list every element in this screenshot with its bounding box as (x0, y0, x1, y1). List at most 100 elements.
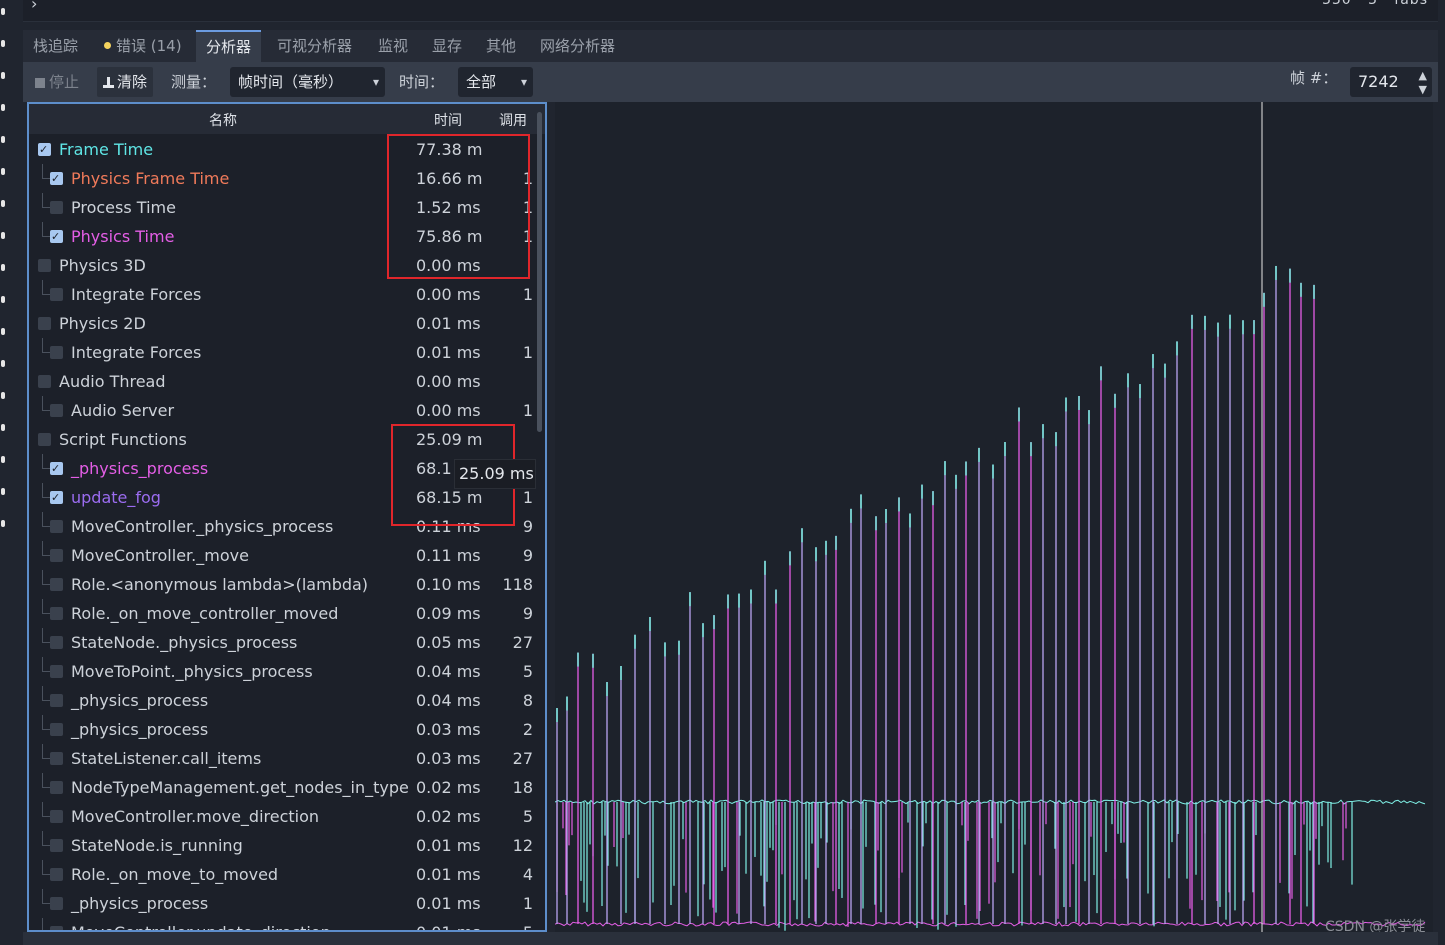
tab-network-profiler[interactable]: 网络分析器 (530, 30, 625, 62)
tree-row[interactable]: Integrate Forces 0.01 ms 1 (29, 338, 537, 367)
row-checkbox[interactable] (50, 897, 63, 910)
row-checkbox[interactable] (50, 483, 63, 512)
tree-row[interactable]: StateListener.call_items 0.03 ms 27 (29, 744, 537, 773)
row-checkbox[interactable] (50, 201, 63, 214)
row-checkbox[interactable] (38, 135, 51, 164)
column-time-header[interactable]: 时间 (434, 110, 462, 130)
row-checkbox[interactable] (50, 454, 63, 483)
row-checkbox[interactable] (38, 375, 51, 388)
row-name: Audio Server (71, 401, 175, 420)
row-checkbox[interactable] (50, 781, 63, 794)
chevron-icon[interactable]: › (31, 0, 37, 13)
row-checkbox[interactable] (50, 404, 63, 417)
tree-scrollbar[interactable] (537, 112, 542, 432)
tree-row[interactable]: Audio Thread 0.00 ms (29, 367, 537, 396)
tree-row[interactable]: Audio Server 0.00 ms 1 (29, 396, 537, 425)
row-calls: 4 (522, 865, 533, 884)
tree-row[interactable]: MoveController.update_direction 0.01 ms 5 (29, 918, 537, 930)
row-checkbox[interactable] (50, 578, 63, 591)
tree-row[interactable]: _physics_process 0.03 ms 2 (29, 715, 537, 744)
row-calls: 1 (522, 343, 533, 362)
tree-row[interactable]: Role.<anonymous lambda>(lambda) 0.10 ms 11… (29, 570, 537, 599)
tab-profiler[interactable]: 分析器 (196, 30, 262, 62)
time-select[interactable]: 全部 ▾ (458, 67, 533, 97)
tree-guide (42, 512, 43, 527)
row-checkbox[interactable] (50, 868, 63, 881)
tree-guide (42, 657, 43, 672)
row-checkbox[interactable] (38, 433, 51, 446)
row-checkbox[interactable] (50, 520, 63, 533)
row-time: 0.01 ms (416, 918, 481, 930)
tree-guide (42, 889, 43, 904)
row-calls: 5 (522, 662, 533, 681)
row-calls: 9 (522, 604, 533, 623)
row-calls: 1 (522, 285, 533, 304)
clear-button[interactable]: 清除 (97, 67, 154, 97)
row-checkbox[interactable] (50, 164, 63, 193)
tab-errors[interactable]: 错误 (14) (94, 30, 192, 62)
tree-row[interactable]: _physics_process 0.04 ms 8 (29, 686, 537, 715)
tree-row[interactable]: Role._on_move_to_moved 0.01 ms 4 (29, 860, 537, 889)
row-name: MoveController.move_direction (71, 807, 320, 826)
tree-row[interactable]: MoveController.move_direction 0.02 ms 5 (29, 802, 537, 831)
tab-stack-trace[interactable]: 栈追踪 (23, 30, 88, 62)
row-checkbox[interactable] (50, 810, 63, 823)
row-time: 0.11 ms (416, 546, 481, 565)
chevron-down-icon: ▾ (520, 75, 527, 89)
tree-row[interactable]: Physics 2D 0.01 ms (29, 309, 537, 338)
tab-monitors[interactable]: 监视 (368, 30, 418, 62)
row-checkbox[interactable] (50, 549, 63, 562)
tree-row[interactable]: StateNode.is_running 0.01 ms 12 (29, 831, 537, 860)
row-name: Script Functions (59, 430, 187, 449)
row-time: 0.01 ms (416, 343, 481, 362)
tree-guide (42, 541, 43, 556)
row-checkbox[interactable] (38, 317, 51, 330)
tree-row[interactable]: MoveController._move 0.11 ms 9 (29, 541, 537, 570)
tree-row[interactable]: NodeTypeManagement.get_nodes_in_type 0.02… (29, 773, 537, 802)
frame-time-chart[interactable] (554, 102, 1433, 932)
row-name: _physics_process (71, 459, 209, 478)
tab-misc[interactable]: 其他 (476, 30, 526, 62)
row-checkbox[interactable] (50, 346, 63, 359)
row-checkbox[interactable] (50, 752, 63, 765)
tree-guide (42, 222, 43, 237)
row-time: 0.03 ms (416, 720, 481, 739)
time-tooltip: 25.09 ms (454, 459, 536, 489)
tree-guide (42, 802, 43, 817)
tree-guide (42, 831, 43, 846)
top-strip: › 330 · 3 · fabs (23, 0, 1438, 22)
column-name-header[interactable]: 名称 (209, 110, 237, 130)
updown-arrows-icon[interactable]: ▲ ▼ (1419, 67, 1427, 97)
row-checkbox[interactable] (50, 288, 63, 301)
row-name: _physics_process (71, 691, 209, 710)
tree-row[interactable]: _physics_process 0.01 ms 1 (29, 889, 537, 918)
measure-select[interactable]: 帧时间（毫秒） ▾ (230, 67, 385, 97)
tree-row[interactable]: Integrate Forces 0.00 ms 1 (29, 280, 537, 309)
tree-row[interactable]: StateNode._physics_process 0.05 ms 27 (29, 628, 537, 657)
row-checkbox[interactable] (38, 259, 51, 272)
frame-number-spinbox[interactable]: 7242 ▲ ▼ (1350, 67, 1432, 97)
row-checkbox[interactable] (50, 222, 63, 251)
row-checkbox[interactable] (50, 694, 63, 707)
row-time: 0.04 ms (416, 662, 481, 681)
measure-label: 测量： (171, 73, 217, 91)
row-checkbox[interactable] (50, 607, 63, 620)
row-name: Role._on_move_controller_moved (71, 604, 339, 623)
tree-guide (42, 164, 43, 179)
row-checkbox[interactable] (50, 839, 63, 852)
tab-visual-profiler[interactable]: 可视分析器 (267, 30, 362, 62)
bottom-strip (23, 932, 1438, 945)
row-name: Physics Frame Time (71, 169, 230, 188)
tree-row[interactable]: Role._on_move_controller_moved 0.09 ms 9 (29, 599, 537, 628)
row-checkbox[interactable] (50, 723, 63, 736)
stop-button[interactable]: 停止 (29, 67, 85, 97)
tree-row[interactable]: MoveToPoint._physics_process 0.04 ms 5 (29, 657, 537, 686)
row-checkbox[interactable] (50, 665, 63, 678)
row-calls: 18 (512, 778, 533, 797)
profiler-toolbar: 停止 清除 测量： 帧时间（毫秒） ▾ 时间： 全部 ▾ (23, 62, 1438, 102)
tab-vram[interactable]: 显存 (422, 30, 472, 62)
profiler-graph[interactable] (554, 102, 1433, 932)
row-checkbox[interactable] (50, 636, 63, 649)
column-calls-header[interactable]: 调用 (499, 110, 527, 130)
row-name: StateNode._physics_process (71, 633, 298, 652)
